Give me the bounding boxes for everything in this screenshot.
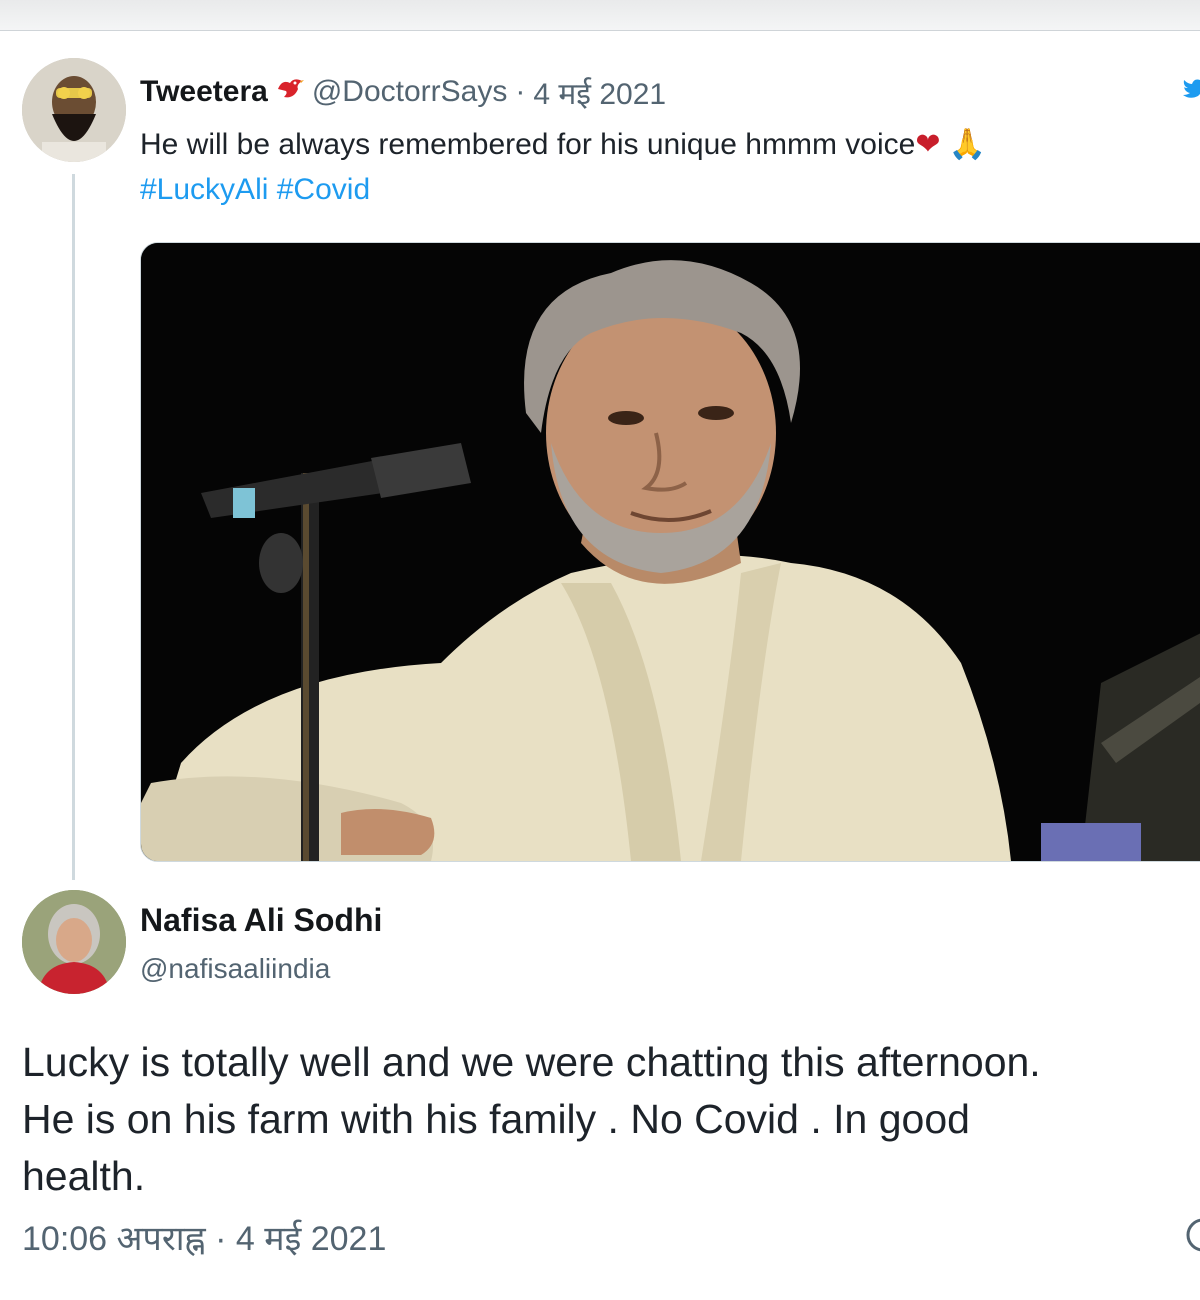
hashtag-covid[interactable]: #Covid xyxy=(277,173,370,206)
main-tweet-line-3: health. xyxy=(22,1153,146,1199)
heart-emoji-icon: ❤ xyxy=(915,128,941,161)
header-separator: · xyxy=(515,75,526,108)
quoted-tweet-body: He will be always remembered for his uni… xyxy=(140,128,916,161)
quoted-author-name[interactable]: Tweetera xyxy=(140,75,268,109)
red-bird-emoji-icon xyxy=(276,77,304,108)
main-author-handle[interactable]: @nafisaaliindia xyxy=(140,953,330,985)
nafisa-avatar[interactable] xyxy=(22,890,126,994)
main-tweet-line-1: Lucky is totally well and we were chatti… xyxy=(22,1039,1041,1085)
twitter-bird-icon[interactable] xyxy=(1182,74,1200,104)
tweet-media-photo[interactable] xyxy=(140,242,1200,862)
folded-hands-emoji-icon: 🙏 xyxy=(948,128,987,161)
main-tweet-timestamp[interactable]: 10:06 अपराह्न · 4 मई 2021 xyxy=(22,1214,386,1260)
quoted-tweet-header: Tweetera @DoctorrSays · 4 मई 2021 xyxy=(140,72,666,112)
main-author-name[interactable]: Nafisa Ali Sodhi xyxy=(140,902,382,939)
info-icon[interactable] xyxy=(1184,1216,1200,1254)
hashtag-luckyali[interactable]: #LuckyAli xyxy=(140,173,268,206)
thread-connector-line xyxy=(72,174,75,880)
quoted-tweet-text: He will be always remembered for his uni… xyxy=(140,122,1180,212)
tweetera-avatar[interactable] xyxy=(22,58,126,162)
main-tweet-line-2: He is on his farm with his family . No C… xyxy=(22,1096,970,1142)
browser-top-bar xyxy=(0,0,1200,31)
main-tweet-text: Lucky is totally well and we were chatti… xyxy=(22,1034,1200,1205)
quoted-tweet-date[interactable]: 4 मई 2021 xyxy=(533,72,666,113)
quoted-author-handle[interactable]: @DoctorrSays xyxy=(312,75,508,109)
